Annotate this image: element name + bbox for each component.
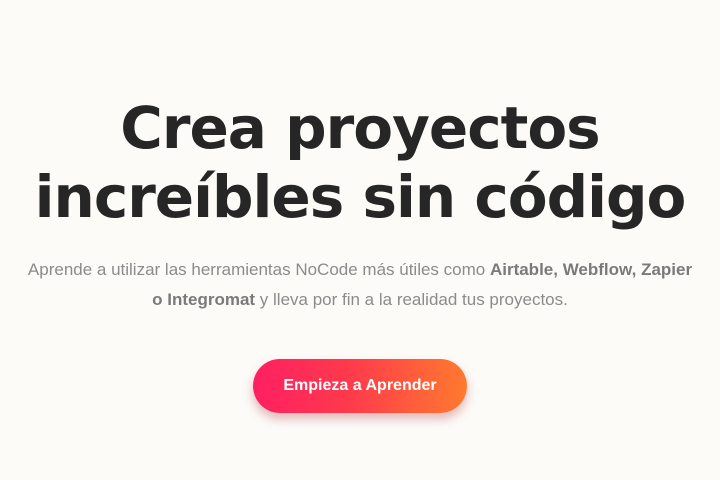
hero-section: Crea proyectos increíbles sin código Apr… [0, 0, 720, 480]
start-learning-button[interactable]: Empieza a Aprender [253, 359, 467, 413]
subtitle-tools-1: Airtable, Webflow, Zapier [489, 260, 693, 279]
headline-line-2: increíbles sin código [34, 163, 687, 231]
page-title: Crea proyectos increíbles sin código [0, 94, 720, 232]
hero-subtitle: Aprende a utilizar las herramientas NoCo… [8, 255, 712, 315]
subtitle-intro: Aprende a utilizar las herramientas NoCo… [27, 260, 490, 279]
subtitle-outro: y lleva por fin a la realidad tus proyec… [255, 290, 568, 309]
headline-line-1: Crea proyectos [120, 94, 600, 162]
subtitle-tools-2: o Integromat [152, 290, 256, 309]
